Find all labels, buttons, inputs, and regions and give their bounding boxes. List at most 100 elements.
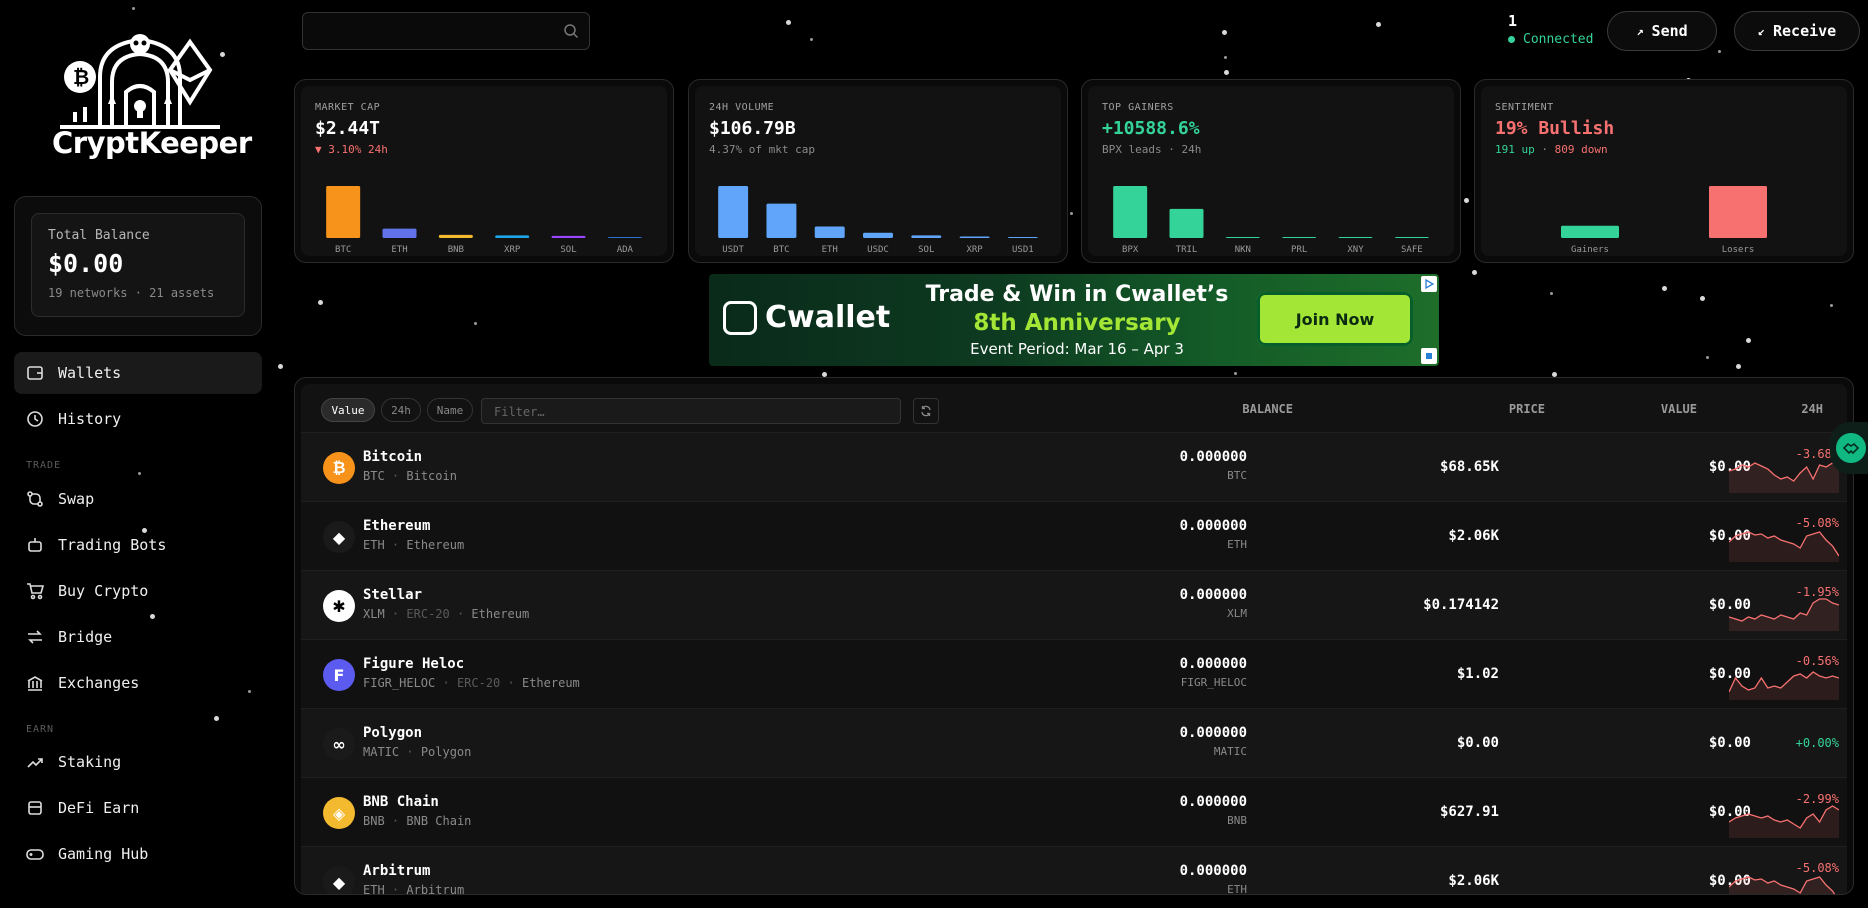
coin-sub: MATIC · Polygon xyxy=(363,745,472,759)
side-handshake-tab[interactable] xyxy=(1830,422,1868,474)
sort-name-button[interactable]: Name xyxy=(427,398,473,422)
coin-chain: BNB Chain xyxy=(406,814,472,828)
sidebar-item-staking[interactable]: Staking xyxy=(14,741,262,783)
balance-amount: 0.000000 xyxy=(1179,518,1247,534)
ad-brand: Cwallet xyxy=(765,300,891,335)
ad-info-icon[interactable] xyxy=(1421,348,1437,364)
arrow-up-right-icon: ↗ xyxy=(1636,24,1644,38)
balance-header[interactable]: BALANCE xyxy=(1242,402,1293,416)
star-dot xyxy=(1662,286,1667,291)
chart-bar xyxy=(1282,237,1317,238)
chart-tick-label: XRP xyxy=(504,245,521,255)
connected-indicator: Connected xyxy=(1508,32,1593,47)
ad-join-button[interactable]: Join Now xyxy=(1257,292,1413,346)
top-gainers-value: +10588.6% xyxy=(1102,118,1200,139)
coin-glyph: ◆ xyxy=(332,872,346,892)
connected-label: Connected xyxy=(1523,32,1594,47)
chart-bar xyxy=(607,237,642,238)
sidebar-item-wallets[interactable]: Wallets xyxy=(14,352,262,394)
balance-unit: ETH xyxy=(1227,883,1247,895)
sidebar-item-label: Buy Crypto xyxy=(58,582,149,600)
change-header[interactable]: 24H xyxy=(1801,402,1823,416)
ad-choices-icon[interactable] xyxy=(1421,276,1437,292)
coin-price: $627.91 xyxy=(1439,804,1499,820)
balance-amount: 0.000000 xyxy=(1179,794,1247,810)
star-dot xyxy=(786,20,791,25)
chart-bar xyxy=(911,235,942,238)
balance-unit: XLM xyxy=(1227,607,1247,620)
sidebar-item-gaming-hub[interactable]: Gaming Hub xyxy=(14,833,262,875)
coin-sub: BNB · BNB Chain xyxy=(363,814,472,828)
chart-bar xyxy=(495,235,530,238)
table-row[interactable]: ◈ BNB Chain BNB · BNB Chain 0.000000 BNB $627… xyxy=(301,777,1847,846)
connection-status: 1 Connected xyxy=(1508,12,1593,47)
sidebar-item-swap[interactable]: Swap xyxy=(14,478,262,520)
coin-price: $1.02 xyxy=(1456,666,1499,682)
star-dot xyxy=(1472,270,1477,275)
chart-bar xyxy=(718,186,749,238)
ad-banner[interactable]: Cwallet Trade & Win in Cwallet’s 8th Ann… xyxy=(709,274,1439,366)
sidebar-item-buy-crypto[interactable]: Buy Crypto xyxy=(14,570,262,612)
coin-chain: Ethereum xyxy=(521,676,580,690)
nav-section-trade: TRADE xyxy=(26,460,62,471)
value-header[interactable]: VALUE xyxy=(1661,402,1697,416)
bridge-icon xyxy=(26,628,44,646)
sentiment-panel: SENTIMENT 19% Bullish 191 up · 809 down … xyxy=(1481,86,1847,256)
sparkline-area xyxy=(1729,599,1839,631)
coin-logo-icon: ◈ xyxy=(323,797,355,829)
table-row[interactable]: ◆ Arbitrum ETH · Arbitrum 0.000000 ETH $2.06K… xyxy=(301,846,1847,895)
sentiment-down: 809 down xyxy=(1554,143,1608,156)
coin-value: $0.00 xyxy=(1708,735,1751,751)
filter-input[interactable]: Filter… xyxy=(481,398,901,424)
star-dot xyxy=(1550,292,1553,295)
search-input[interactable] xyxy=(302,12,590,50)
coin-glyph: F xyxy=(333,665,345,685)
chart-bar xyxy=(1225,236,1260,238)
star-dot xyxy=(810,38,813,41)
chart-tick-label: XRP xyxy=(966,245,983,255)
coin-chain: Polygon xyxy=(420,745,472,759)
refresh-button[interactable] xyxy=(913,398,939,424)
sidebar: ₿ CryptKeeper Total Balance $0.00 19 net… xyxy=(0,0,276,908)
receive-button[interactable]: ↙ Receive xyxy=(1734,11,1860,51)
table-row[interactable]: F Figure Heloc FIGR_HELOC · ERC-20 · Ether… xyxy=(301,639,1847,708)
chart-bar xyxy=(326,186,361,238)
sidebar-item-trading-bots[interactable]: Trading Bots xyxy=(14,524,262,566)
triangle-down-icon: ▼ xyxy=(315,143,322,156)
table-row[interactable]: ◆ Ethereum ETH · Ethereum 0.000000 ETH $2.06K… xyxy=(301,501,1847,570)
chart-bar xyxy=(1709,186,1767,238)
sidebar-item-defi-earn[interactable]: DeFi Earn xyxy=(14,787,262,829)
coin-balance: 0.000000 FIGR_HELOC xyxy=(1180,656,1247,689)
sidebar-item-exchanges[interactable]: Exchanges xyxy=(14,662,262,704)
table-row[interactable]: ∞ Polygon MATIC · Polygon 0.000000 MATIC $0.0… xyxy=(301,708,1847,777)
chart-tick-label: BTC xyxy=(335,245,351,255)
send-button[interactable]: ↗ Send xyxy=(1607,11,1717,51)
svg-text:₿: ₿ xyxy=(73,65,89,89)
coin-price: $2.06K xyxy=(1448,873,1499,889)
star-dot xyxy=(1464,198,1469,203)
sentiment-card: SENTIMENT 19% Bullish 191 up · 809 down … xyxy=(1474,79,1854,263)
price-header[interactable]: PRICE xyxy=(1509,402,1545,416)
sentiment-sub: 191 up · 809 down xyxy=(1495,143,1833,156)
chart-bar xyxy=(551,235,586,238)
table-row[interactable]: ✱ Stellar XLM · ERC-20 · Ethereum 0.000000 X… xyxy=(301,570,1847,639)
star-dot xyxy=(1718,50,1721,53)
chart-tick-label: SOL xyxy=(560,245,576,255)
coin-sub: BTC · Bitcoin xyxy=(363,469,457,483)
star-dot xyxy=(474,322,477,325)
coin-logo-icon: ◆ xyxy=(323,866,355,894)
sidebar-item-bridge[interactable]: Bridge xyxy=(14,616,262,658)
sidebar-item-label: Bridge xyxy=(58,628,113,646)
sidebar-item-label: Exchanges xyxy=(58,674,140,692)
sort-value-button[interactable]: Value xyxy=(321,398,375,422)
sidebar-item-label: Wallets xyxy=(58,364,122,382)
market-cap-change: ▼ 3.10% 24h xyxy=(315,143,653,156)
coin-symbol: BNB xyxy=(363,814,385,828)
chart-tick-label: Gainers xyxy=(1571,245,1609,255)
trend-up-icon xyxy=(26,753,44,771)
table-row[interactable]: ₿ Bitcoin BTC · Bitcoin 0.000000 BTC $68.65K $… xyxy=(301,432,1847,501)
arrow-down-left-icon: ↙ xyxy=(1757,24,1765,38)
sidebar-item-history[interactable]: History xyxy=(14,398,262,440)
sort-24h-button[interactable]: 24h xyxy=(381,398,421,422)
balance-unit: ETH xyxy=(1227,538,1247,551)
